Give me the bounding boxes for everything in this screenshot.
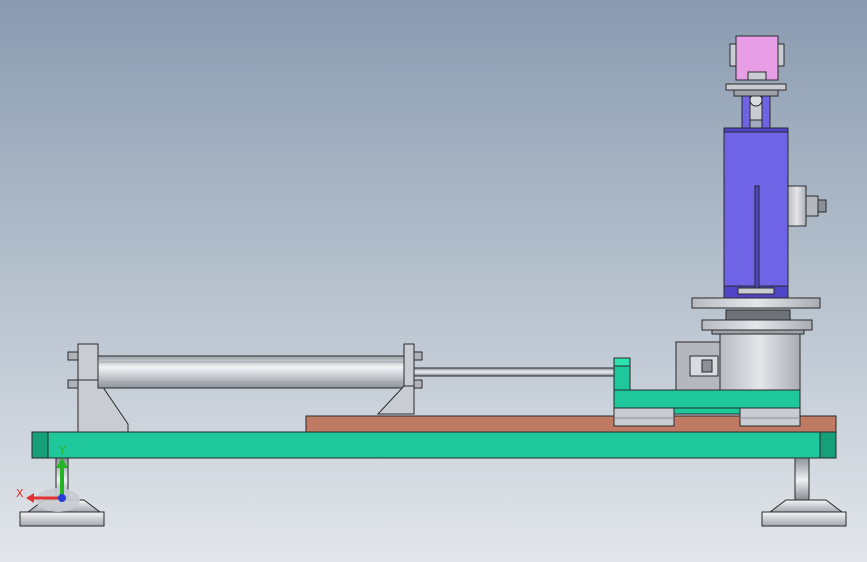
- assembly-view[interactable]: X Y: [0, 0, 867, 562]
- top-motor-housing[interactable]: [729, 35, 785, 81]
- piston-rod[interactable]: [413, 367, 619, 377]
- lift-column[interactable]: [723, 127, 789, 299]
- pneumatic-cylinder[interactable]: [97, 355, 405, 389]
- triad-x-label: X: [16, 487, 24, 500]
- triad-y-label: Y: [58, 444, 66, 457]
- cad-viewport[interactable]: X Y: [0, 0, 867, 562]
- base-frame[interactable]: [31, 431, 837, 459]
